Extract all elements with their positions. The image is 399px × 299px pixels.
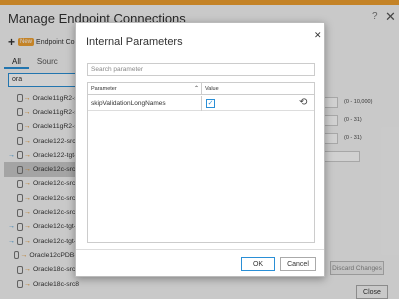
dialog-close-icon[interactable]: ✕ — [314, 30, 322, 41]
reset-icon[interactable]: ⟲ — [299, 97, 307, 108]
parameter-value-checkbox[interactable]: ✓ — [206, 99, 215, 108]
table-row: skipValidationLongNames ✓ ⟲ — [88, 96, 314, 111]
table-header: Parameter ⌃ Value — [88, 83, 314, 95]
parameters-table: Parameter ⌃ Value skipValidationLongName… — [87, 82, 315, 243]
column-divider — [201, 83, 202, 95]
parameter-search-input[interactable]: Search parameter — [87, 63, 315, 76]
column-parameter[interactable]: Parameter — [91, 86, 117, 92]
column-divider — [201, 96, 202, 111]
internal-parameters-dialog: Internal Parameters ✕ Search parameter P… — [75, 22, 325, 277]
sort-asc-icon[interactable]: ⌃ — [194, 85, 199, 92]
cancel-button[interactable]: Cancel — [280, 257, 316, 271]
parameter-name: skipValidationLongNames — [91, 100, 166, 107]
column-value: Value — [205, 86, 219, 92]
dialog-footer-divider — [76, 249, 324, 250]
ok-button[interactable]: OK — [241, 257, 275, 271]
dialog-title: Internal Parameters — [86, 36, 183, 48]
